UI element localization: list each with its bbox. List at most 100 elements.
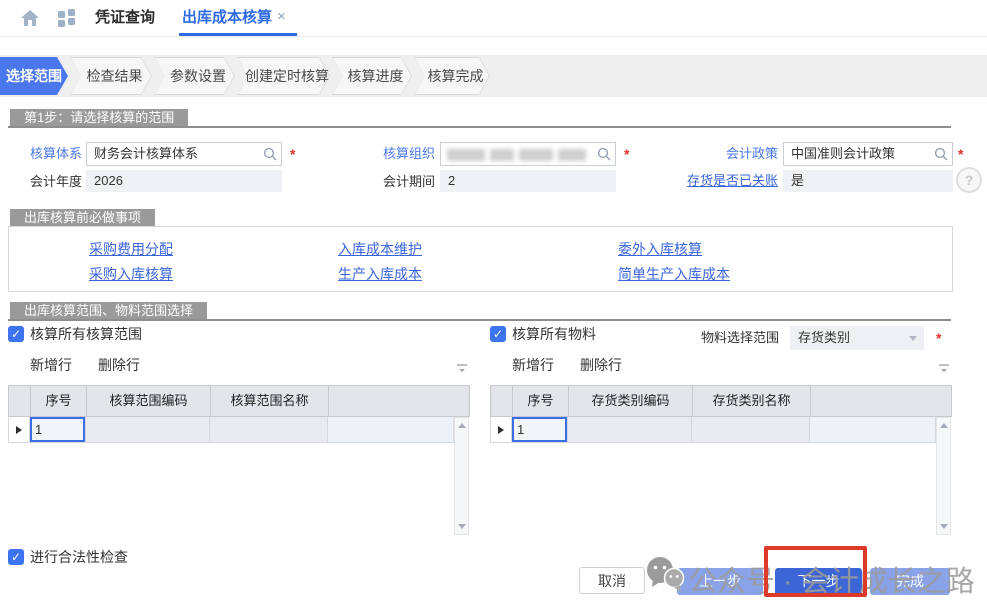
accounting-system-value: 财务会计核算体系 — [94, 143, 198, 165]
category-name-cell[interactable] — [692, 417, 810, 443]
link-purchase-inbound-accounting[interactable]: 采购入库核算 — [89, 265, 173, 283]
accounting-org-value-redacted — [447, 149, 586, 161]
wizard-step-check-result[interactable]: 检查结果 — [70, 57, 152, 95]
all-materials-checkbox-label: 核算所有物料 — [512, 326, 596, 342]
link-simple-production-inbound-cost[interactable]: 简单生产入库成本 — [618, 265, 730, 283]
wizard-step-select-scope[interactable]: 选择范围 — [0, 57, 68, 95]
scroll-up-icon[interactable] — [940, 423, 948, 428]
section-title-step1: 第1步：请选择核算的范围 — [10, 109, 188, 126]
required-mark: * — [936, 326, 941, 350]
step-label: 选择范围 — [0, 57, 68, 95]
range-table-header: 序号 核算范围编码 核算范围名称 — [8, 385, 470, 417]
scroll-up-icon[interactable] — [458, 423, 466, 428]
section-divider — [8, 126, 951, 128]
all-ranges-checkbox[interactable]: ✓ — [8, 326, 24, 342]
col-range-code: 核算范围编码 — [87, 386, 211, 416]
search-icon[interactable] — [263, 147, 277, 161]
row-marker-icon — [498, 426, 504, 434]
wechat-icon — [645, 555, 687, 595]
close-tab-icon[interactable]: × — [277, 0, 286, 36]
filler-cell — [328, 417, 454, 443]
accounting-system-label: 核算体系 — [10, 142, 82, 166]
row-marker-cell — [8, 417, 30, 443]
link-production-inbound-cost[interactable]: 生产入库成本 — [338, 265, 422, 283]
accounting-org-label: 核算组织 — [355, 142, 435, 166]
range-code-cell[interactable] — [86, 417, 210, 443]
step-label: 创建定时核算 — [237, 57, 330, 95]
accounting-policy-input[interactable]: 中国准则会计政策 — [783, 142, 953, 166]
material-table-row[interactable]: 1 — [490, 417, 936, 443]
row-indicator-header — [491, 386, 513, 416]
chevron-down-icon — [909, 336, 917, 341]
period-value: 2 — [440, 170, 616, 192]
grid-config-icon[interactable] — [456, 362, 468, 374]
col-filler — [329, 386, 469, 416]
row-indicator-header — [9, 386, 31, 416]
fiscal-year-value: 2026 — [86, 170, 282, 192]
step-label: 核算进度 — [332, 57, 412, 95]
col-seq: 序号 — [513, 386, 569, 416]
col-range-name: 核算范围名称 — [211, 386, 329, 416]
tab-voucher-query[interactable]: 凭证查询 — [95, 0, 155, 36]
accounting-system-input[interactable]: 财务会计核算体系 — [86, 142, 282, 166]
col-seq: 序号 — [31, 386, 87, 416]
col-category-code: 存货类别编码 — [569, 386, 693, 416]
col-filler — [811, 386, 951, 416]
cancel-button[interactable]: 取消 — [579, 567, 645, 594]
material-scope-label: 物料选择范围 — [701, 330, 779, 346]
link-purchase-expense-allocation[interactable]: 采购费用分配 — [89, 240, 173, 258]
filler-cell — [810, 417, 936, 443]
required-mark: * — [624, 142, 629, 166]
range-name-cell[interactable] — [210, 417, 328, 443]
wizard-step-parameter-setting[interactable]: 参数设置 — [154, 57, 235, 95]
scroll-down-icon[interactable] — [940, 524, 948, 529]
search-icon[interactable] — [597, 147, 611, 161]
step-label: 核算完成 — [414, 57, 490, 95]
legality-check-label: 进行合法性检查 — [30, 549, 128, 565]
fiscal-year-label: 会计年度 — [10, 170, 82, 194]
row-marker-cell — [490, 417, 512, 443]
required-mark: * — [290, 142, 295, 166]
range-table-row[interactable]: 1 — [8, 417, 454, 443]
grid-config-icon[interactable] — [938, 362, 950, 374]
required-mark: * — [958, 142, 963, 166]
seq-cell-selected[interactable]: 1 — [30, 417, 86, 443]
material-table-scrollbar[interactable] — [936, 417, 951, 535]
all-ranges-checkbox-label: 核算所有核算范围 — [30, 326, 142, 342]
range-delete-row-button[interactable]: 删除行 — [98, 357, 140, 373]
link-outsourcing-inbound-accounting[interactable]: 委外入库核算 — [618, 240, 702, 258]
range-table-scrollbar[interactable] — [454, 417, 469, 535]
scroll-down-icon[interactable] — [458, 524, 466, 529]
category-code-cell[interactable] — [568, 417, 692, 443]
material-add-row-button[interactable]: 新增行 — [512, 357, 554, 373]
step-label: 检查结果 — [70, 57, 152, 95]
material-scope-dropdown[interactable]: 存货类别 — [790, 326, 924, 350]
help-icon[interactable]: ? — [956, 167, 982, 193]
search-icon[interactable] — [934, 147, 948, 161]
seq-cell-selected[interactable]: 1 — [512, 417, 568, 443]
wizard-step-progress[interactable]: 核算进度 — [332, 57, 412, 95]
legality-check-checkbox[interactable]: ✓ — [8, 549, 24, 565]
accounting-org-input[interactable] — [440, 142, 616, 166]
range-add-row-button[interactable]: 新增行 — [30, 357, 72, 373]
section-divider — [8, 319, 951, 321]
wizard-step-create-scheduled[interactable]: 创建定时核算 — [237, 57, 330, 95]
material-scope-value: 存货类别 — [798, 330, 850, 345]
section-title-todo: 出库核算前必做事项 — [10, 209, 155, 226]
link-inbound-cost-maintenance[interactable]: 入库成本维护 — [338, 240, 422, 258]
wizard-step-complete[interactable]: 核算完成 — [414, 57, 490, 95]
tab-outbound-cost-accounting[interactable]: 出库成本核算 — [182, 0, 272, 36]
apps-grid-icon[interactable] — [58, 9, 76, 27]
material-delete-row-button[interactable]: 删除行 — [580, 357, 622, 373]
accounting-policy-value: 中国准则会计政策 — [791, 143, 895, 165]
all-materials-checkbox[interactable]: ✓ — [490, 326, 506, 342]
watermark-text: 公众号 · 会计成长之路 — [688, 558, 975, 600]
col-category-name: 存货类别名称 — [693, 386, 811, 416]
material-table-header: 序号 存货类别编码 存货类别名称 — [490, 385, 952, 417]
inventory-closed-link[interactable]: 存货是否已关账 — [687, 170, 778, 192]
section-title-selection: 出库核算范围、物料范围选择 — [10, 302, 207, 319]
inventory-closed-value: 是 — [783, 170, 953, 192]
home-icon[interactable] — [20, 8, 40, 28]
period-label: 会计期间 — [355, 170, 435, 194]
active-tab-underline — [179, 33, 297, 36]
